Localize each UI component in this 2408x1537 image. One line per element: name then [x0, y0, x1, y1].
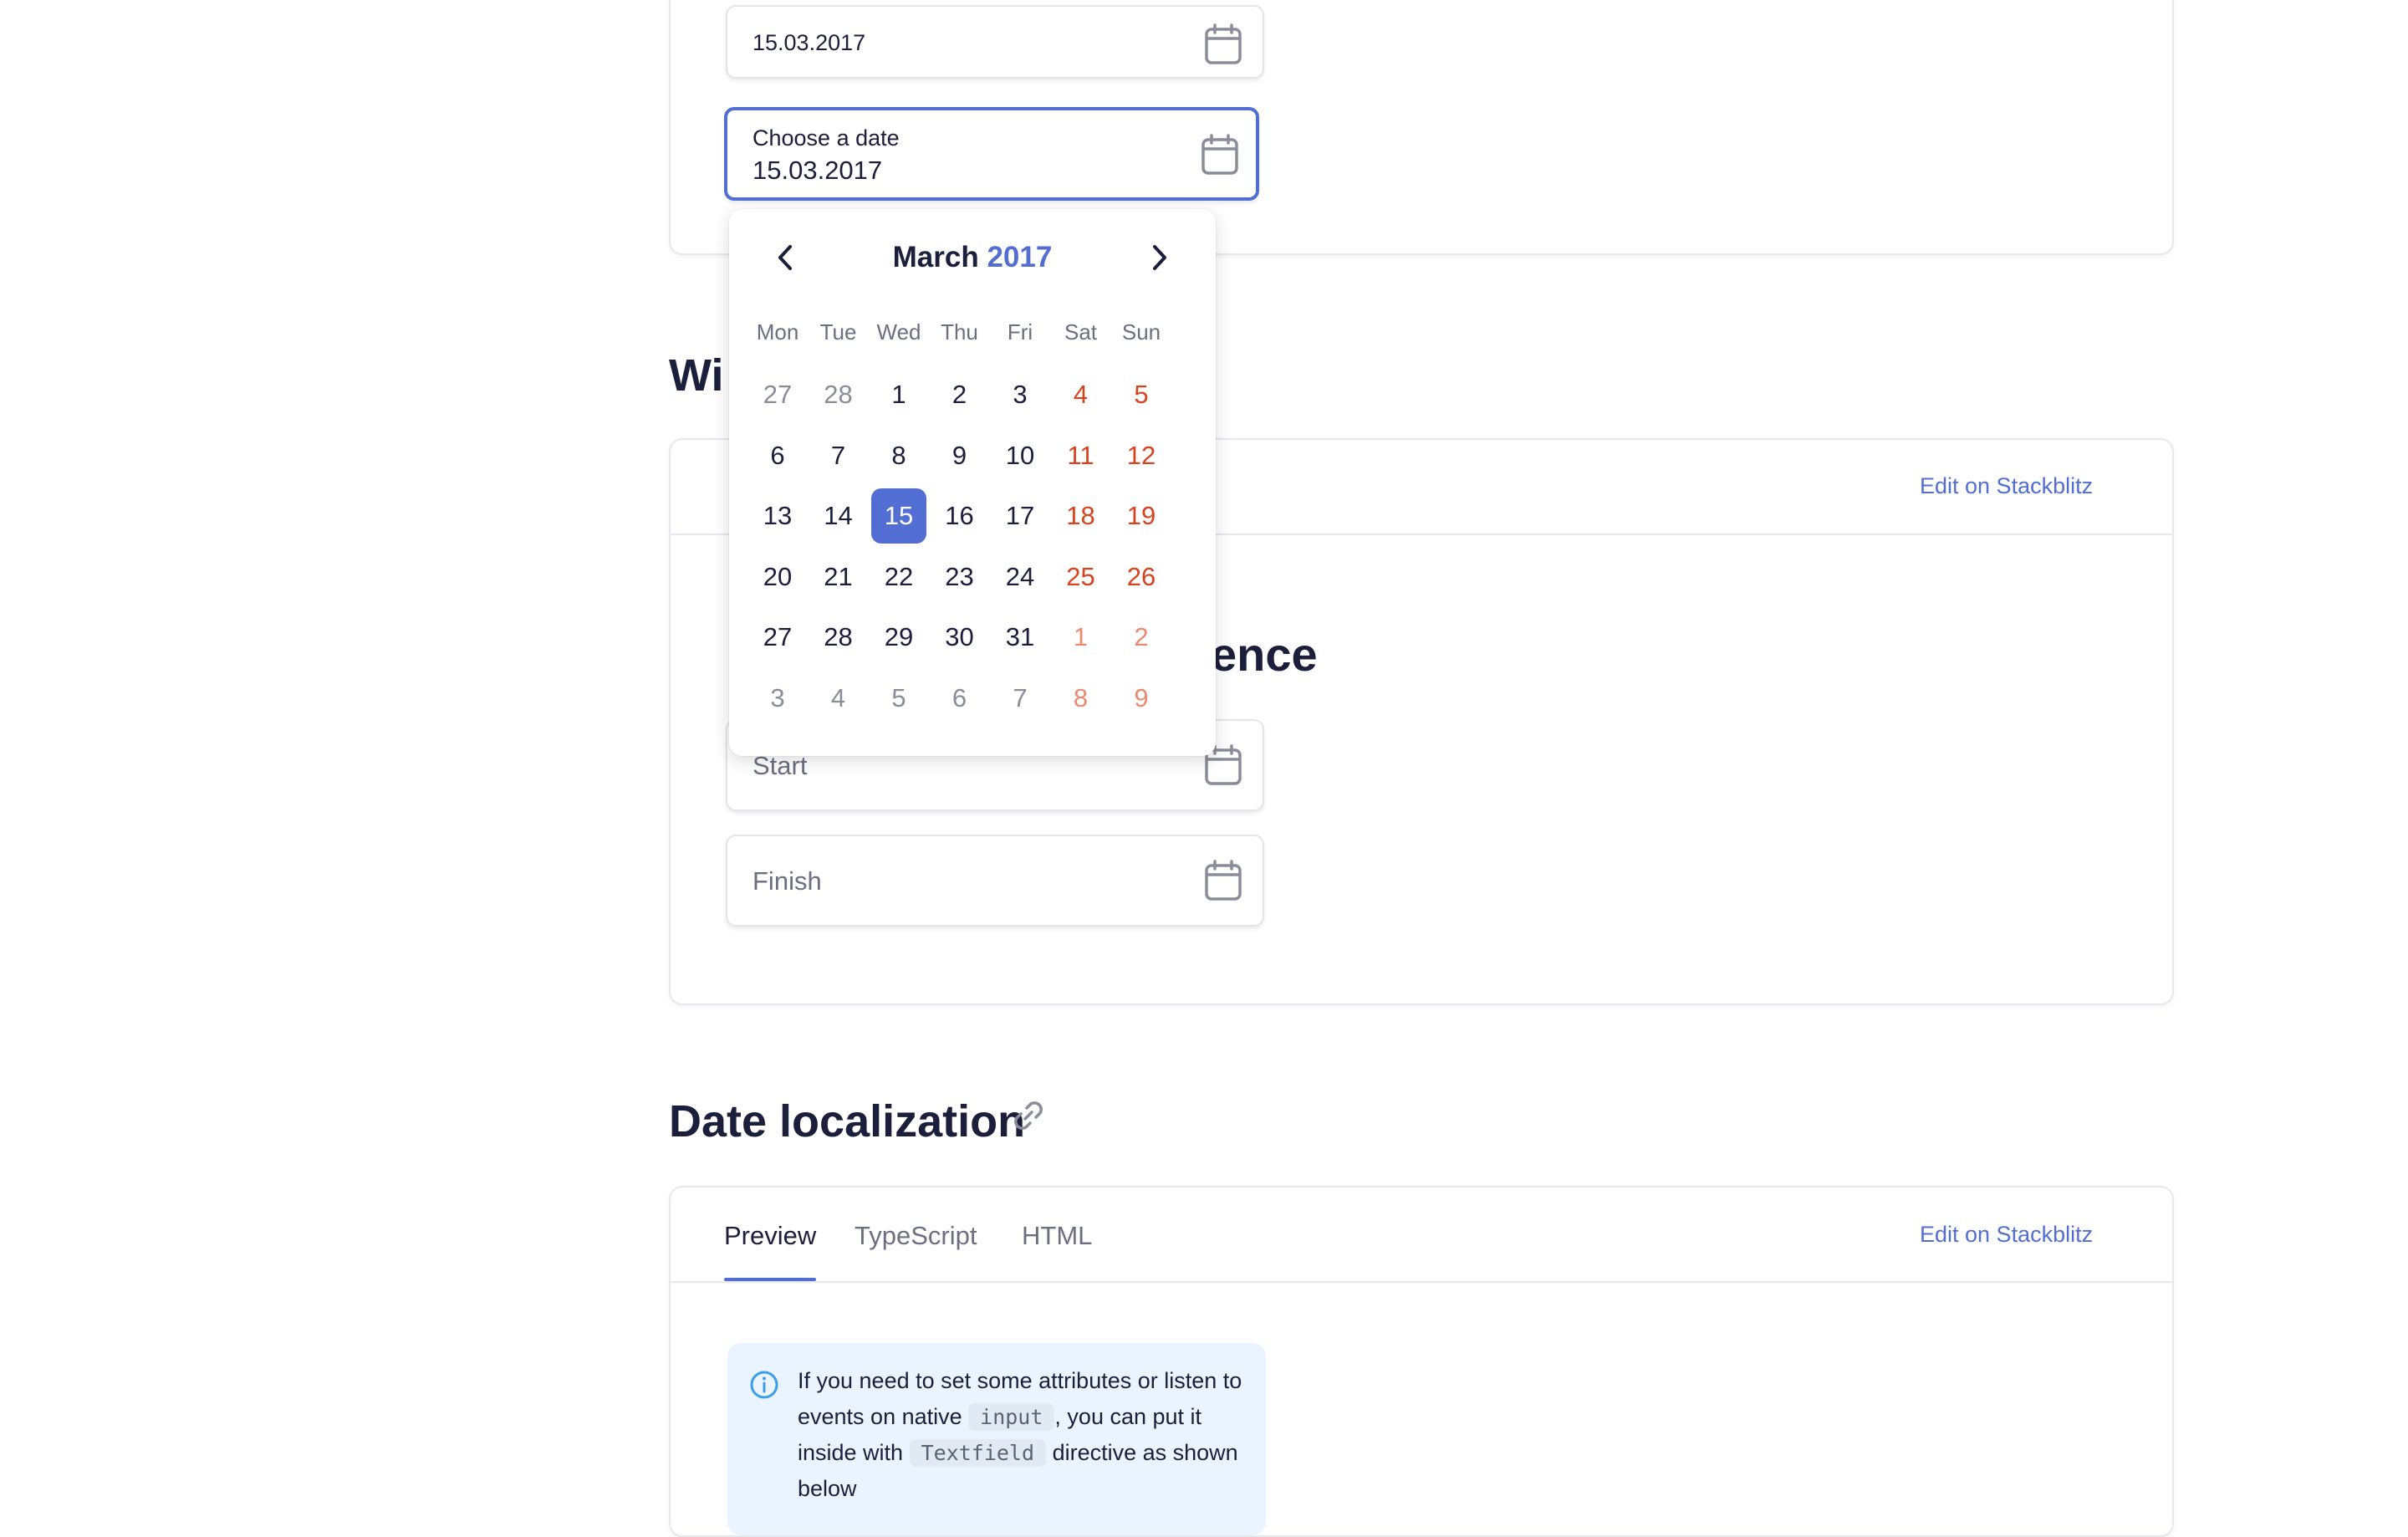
calendar-day[interactable]: 2: [1114, 610, 1169, 665]
weekday-label: Tue: [819, 319, 857, 345]
finish-date-field[interactable]: Finish: [726, 835, 1264, 927]
preview-heading-partial: ence: [1211, 628, 1318, 681]
tab-html[interactable]: HTML: [1022, 1221, 1092, 1251]
calendar-day[interactable]: 9: [1114, 671, 1169, 726]
date-localization-heading: Date localization: [669, 1096, 1026, 1146]
calendar-day[interactable]: 30: [932, 610, 987, 665]
calendar-day[interactable]: 13: [750, 488, 805, 544]
anchor-link-icon[interactable]: [1008, 1095, 1048, 1136]
date-field-value: 15.03.2017: [752, 156, 883, 185]
calendar-day[interactable]: 1: [871, 367, 926, 422]
calendar-day[interactable]: 6: [932, 671, 987, 726]
calendar-day[interactable]: 28: [811, 367, 866, 422]
calendar-day[interactable]: 7: [811, 428, 866, 483]
edit-on-stackblitz-link[interactable]: Edit on Stackblitz: [1920, 1222, 2093, 1248]
calendar-icon[interactable]: [1204, 860, 1242, 901]
calendar-icon[interactable]: [1204, 23, 1242, 65]
calendar-day[interactable]: 16: [932, 488, 987, 544]
calendar-day[interactable]: 24: [992, 549, 1048, 605]
calendar-day[interactable]: 3: [992, 367, 1048, 422]
calendar-day[interactable]: 9: [932, 428, 987, 483]
tab-preview[interactable]: Preview: [724, 1221, 816, 1251]
calendar-day[interactable]: 4: [811, 671, 866, 726]
calendar-day[interactable]: 20: [750, 549, 805, 605]
calendar-day[interactable]: 1: [1054, 610, 1109, 665]
calendar-day[interactable]: 11: [1054, 428, 1109, 483]
year-label[interactable]: 2017: [987, 241, 1052, 273]
card-header-divider: [671, 1281, 2172, 1283]
info-text: If you need to set some attributes or li…: [798, 1363, 1249, 1507]
calendar-icon[interactable]: [1201, 134, 1239, 176]
calendar-day[interactable]: 29: [871, 610, 926, 665]
code-snippet-input: input: [968, 1403, 1055, 1431]
calendar-day[interactable]: 8: [871, 428, 926, 483]
calendar-day[interactable]: 10: [992, 428, 1048, 483]
date-field-label: Choose a date: [752, 125, 900, 151]
finish-placeholder: Finish: [752, 866, 822, 896]
code-snippet-textfield: Textfield: [909, 1439, 1047, 1467]
date-field-labeled[interactable]: Choose a date 15.03.2017: [724, 107, 1259, 201]
calendar-day[interactable]: 18: [1054, 488, 1109, 544]
calendar-day[interactable]: 8: [1054, 671, 1109, 726]
calendar-day[interactable]: 17: [992, 488, 1048, 544]
calendar-day[interactable]: 26: [1114, 549, 1169, 605]
edit-on-stackblitz-link[interactable]: Edit on Stackblitz: [1920, 473, 2093, 499]
calendar-day[interactable]: 12: [1114, 428, 1169, 483]
weekday-label: Sat: [1064, 319, 1098, 345]
calendar-day[interactable]: 19: [1114, 488, 1169, 544]
weekday-label: Fri: [1007, 319, 1033, 345]
info-icon: [750, 1371, 778, 1399]
calendar-day[interactable]: 31: [992, 610, 1048, 665]
calendar-day[interactable]: 28: [811, 610, 866, 665]
calendar-day[interactable]: 6: [750, 428, 805, 483]
month-label[interactable]: March: [893, 241, 979, 273]
date-field-simple[interactable]: 15.03.2017: [726, 5, 1264, 79]
section-heading-partial: Wi: [669, 350, 724, 401]
calendar-day[interactable]: 22: [871, 549, 926, 605]
chevron-right-icon[interactable]: [1134, 232, 1184, 283]
calendar-dropdown: March 2017 Mon Tue Wed Thu Fri Sat Sun 27 28 1 2 3…: [729, 209, 1216, 756]
calendar-day[interactable]: 27: [750, 367, 805, 422]
active-tab-underline: [724, 1278, 816, 1281]
calendar-day[interactable]: 25: [1054, 549, 1109, 605]
calendar-day[interactable]: 5: [1114, 367, 1169, 422]
weekday-label: Sun: [1121, 319, 1161, 345]
calendar-day[interactable]: 27: [750, 610, 805, 665]
calendar-day-selected[interactable]: 15: [871, 488, 926, 544]
calendar-day[interactable]: 2: [932, 367, 987, 422]
calendar-day[interactable]: 14: [811, 488, 866, 544]
calendar-day[interactable]: 4: [1054, 367, 1109, 422]
weekday-label: Wed: [876, 319, 921, 345]
weekday-label: Thu: [941, 319, 978, 345]
calendar-day[interactable]: 21: [811, 549, 866, 605]
calendar-day[interactable]: 7: [992, 671, 1048, 726]
tab-typescript[interactable]: TypeScript: [855, 1221, 977, 1251]
weekday-label: Mon: [756, 319, 799, 345]
calendar-day[interactable]: 23: [932, 549, 987, 605]
calendar-day[interactable]: 3: [750, 671, 805, 726]
calendar-day[interactable]: 5: [871, 671, 926, 726]
date-field-value: 15.03.2017: [752, 30, 866, 55]
info-notification: If you need to set some attributes or li…: [727, 1343, 1266, 1535]
